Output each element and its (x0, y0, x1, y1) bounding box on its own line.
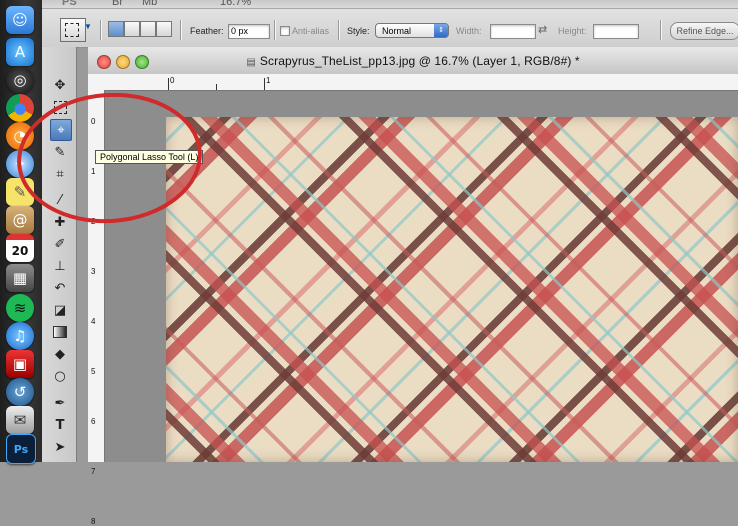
ruler-tick (216, 84, 217, 90)
preset-dropdown-icon[interactable]: ▼ (84, 22, 92, 31)
calendar-icon[interactable]: 20 (6, 234, 34, 262)
swap-icon[interactable]: ⇄ (538, 23, 547, 36)
style-label: Style: (347, 26, 370, 36)
height-input[interactable] (593, 24, 639, 39)
brush-tool-icon[interactable]: ✐ (50, 234, 70, 254)
select-arrows-icon: ⇕ (434, 24, 448, 37)
clone-stamp-tool-icon[interactable]: ⊥ (50, 256, 70, 276)
blur-tool-icon[interactable]: ◆ (50, 344, 70, 364)
document-titlebar: ▤ Scrapyrus_TheList_pp13.jpg @ 16.7% (Lay… (88, 47, 738, 75)
horizontal-ruler[interactable]: 0 1 (88, 74, 738, 91)
chrome-icon[interactable]: ● (6, 94, 34, 122)
width-label: Width: (456, 26, 482, 36)
add-selection-button[interactable] (124, 21, 140, 37)
app-menu[interactable]: PS (62, 0, 77, 8)
feather-label: Feather: (190, 26, 224, 36)
new-selection-button[interactable] (108, 21, 124, 37)
photoshop-icon[interactable]: Ps (6, 434, 36, 464)
bridge-menu[interactable]: Br (112, 0, 123, 8)
ruler-number: 8 (91, 517, 96, 526)
time-machine-icon[interactable]: ↺ (6, 378, 34, 406)
document-title-text: Scrapyrus_TheList_pp13.jpg @ 16.7% (Laye… (259, 54, 580, 68)
marquee-icon (65, 23, 79, 37)
preview-icon[interactable]: ✉ (6, 406, 34, 434)
zoom-menu[interactable]: 16.7% (220, 0, 251, 8)
ruler-number: 5 (91, 367, 96, 376)
app-store-icon[interactable]: A (6, 38, 34, 66)
spotify-icon[interactable]: ≋ (6, 294, 34, 322)
document-file-icon: ▤ (246, 57, 256, 68)
minibridge-menu[interactable]: Mb (142, 0, 157, 8)
itunes-icon[interactable]: ♫ (6, 322, 34, 350)
pen-tool-icon[interactable]: ✒ (50, 393, 70, 413)
style-select[interactable]: Normal ⇕ (375, 23, 449, 38)
document-window: ▤ Scrapyrus_TheList_pp13.jpg @ 16.7% (Lay… (88, 47, 738, 526)
ruler-number: 0 (170, 76, 175, 85)
contacts-icon[interactable]: @ (6, 206, 34, 234)
antialias-label: Anti-alias (292, 26, 330, 36)
eraser-tool-icon[interactable]: ◪ (50, 300, 70, 320)
history-brush-tool-icon[interactable]: ↶ (50, 278, 70, 298)
finder-icon[interactable]: ☺ (6, 6, 34, 34)
dodge-tool-icon[interactable]: ○ (50, 366, 70, 386)
photos-icon[interactable]: ▦ (6, 264, 34, 292)
path-selection-tool-icon[interactable]: ➤ (50, 437, 70, 457)
ruler-tick (264, 78, 265, 90)
subtract-selection-button[interactable] (140, 21, 156, 37)
dashboard-icon[interactable]: ◎ (6, 66, 34, 94)
height-label: Height: (558, 26, 587, 36)
ruler-number: 1 (266, 76, 271, 85)
ruler-number: 4 (91, 317, 96, 326)
dock: ☺ A ◎ ● ◔ ✦ ✎ @ 20 ▦ ≋ ♫ ▣ ↺ ✉ Ps (0, 0, 43, 464)
move-tool-icon[interactable]: ✥ (50, 75, 70, 95)
antialias-checkbox[interactable] (280, 26, 290, 36)
ruler-tick (168, 78, 169, 90)
width-input[interactable] (490, 24, 536, 39)
type-tool-icon[interactable]: T (50, 415, 70, 435)
refine-edge-button[interactable]: Refine Edge... (670, 22, 738, 40)
menu-bar: PS Br Mb 16.7% (42, 0, 738, 9)
feather-input[interactable]: 0 px (228, 24, 270, 39)
ruler-number: 7 (91, 467, 96, 476)
document-canvas[interactable] (166, 117, 738, 462)
ruler-number: 3 (91, 267, 96, 276)
photobooth-icon[interactable]: ▣ (6, 350, 34, 378)
style-value: Normal (382, 26, 412, 36)
tool-preset-picker[interactable] (60, 18, 86, 42)
ruler-number: 6 (91, 417, 96, 426)
intersect-selection-button[interactable] (156, 21, 172, 37)
gradient-tool-icon[interactable] (50, 322, 70, 342)
document-title: ▤ Scrapyrus_TheList_pp13.jpg @ 16.7% (Lay… (88, 54, 738, 68)
